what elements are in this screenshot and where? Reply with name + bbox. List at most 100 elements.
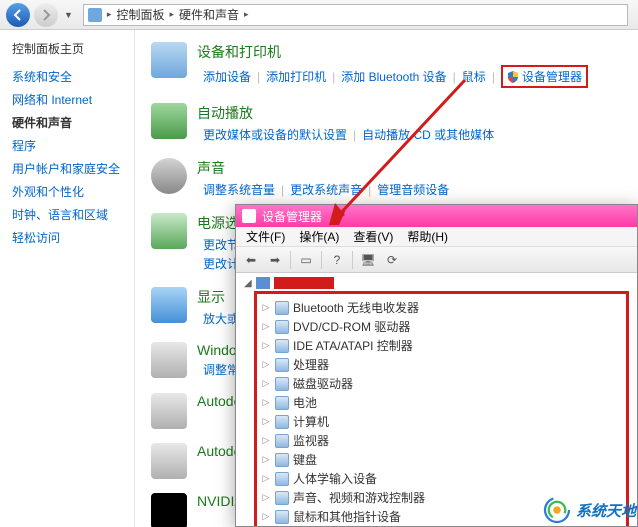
expand-icon[interactable]: ▷: [261, 302, 271, 313]
forward-button[interactable]: [34, 3, 58, 27]
device-icon: [275, 491, 289, 505]
tree-item[interactable]: ▷ Bluetooth 无线电收发器: [261, 298, 620, 317]
expand-icon[interactable]: ▷: [261, 511, 271, 522]
tree-item-label: 电池: [293, 394, 317, 411]
category-links: 更改媒体或设备的默认设置|自动播放 CD 或其他媒体: [197, 125, 622, 144]
device-manager-link[interactable]: 设备管理器: [495, 64, 594, 89]
device-manager-icon: [242, 209, 256, 223]
toolbar-forward-icon[interactable]: ➡: [264, 250, 286, 270]
tree-item[interactable]: ▷ 计算机: [261, 412, 620, 431]
autoplay-icon: [151, 103, 187, 139]
link-2-1[interactable]: 更改系统声音: [284, 180, 368, 199]
link-2-0[interactable]: 调整系统音量: [197, 180, 281, 199]
link-2-2[interactable]: 管理音频设备: [371, 180, 455, 199]
generic-icon: [151, 393, 187, 429]
menu-view[interactable]: 查看(V): [347, 228, 399, 245]
tree-item[interactable]: ▷磁盘驱动器: [261, 374, 620, 393]
device-manager-menubar: 文件(F) 操作(A) 查看(V) 帮助(H): [236, 227, 637, 247]
category-title[interactable]: 声音: [197, 158, 622, 178]
link-0-1[interactable]: 添加打印机: [260, 67, 332, 86]
menu-action[interactable]: 操作(A): [293, 228, 345, 245]
expand-icon[interactable]: ▷: [261, 378, 271, 389]
breadcrumb-l1[interactable]: 控制面板: [116, 6, 164, 23]
device-icon: [275, 453, 289, 467]
toolbar-refresh-icon[interactable]: ⟳: [381, 250, 403, 270]
expand-icon[interactable]: ▷: [261, 473, 271, 484]
sidebar-title: 控制面板主页: [12, 40, 122, 57]
sidebar-item-system[interactable]: 系统和安全: [12, 65, 122, 88]
category-links: 调整系统音量|更改系统声音|管理音频设备: [197, 180, 622, 199]
tree-root[interactable]: ◢: [244, 277, 629, 289]
category-2: 声音调整系统音量|更改系统声音|管理音频设备: [151, 158, 622, 199]
sidebar-item-programs[interactable]: 程序: [12, 134, 122, 157]
tree-item-label: Bluetooth 无线电收发器: [293, 299, 419, 316]
toolbar-scan-icon[interactable]: 🖥: [357, 250, 379, 270]
tree-item[interactable]: ▷ 电池: [261, 393, 620, 412]
device-manager-titlebar[interactable]: 设备管理器: [236, 205, 637, 227]
device-manager-toolbar: ⬅ ➡ ▭ ? 🖥 ⟳: [236, 247, 637, 273]
tree-item[interactable]: ▷ 处理器: [261, 355, 620, 374]
link-0-2[interactable]: 添加 Bluetooth 设备: [335, 67, 452, 86]
tree-item-label: 计算机: [293, 413, 329, 430]
sidebar-item-network[interactable]: 网络和 Internet: [12, 88, 122, 111]
expand-icon[interactable]: ▷: [261, 492, 271, 503]
category-title[interactable]: 自动播放: [197, 103, 622, 123]
history-dropdown[interactable]: ▼: [62, 10, 75, 20]
link-0-0[interactable]: 添加设备: [197, 67, 257, 86]
tree-item-label: 处理器: [293, 356, 329, 373]
tree-item[interactable]: ▷键盘: [261, 450, 620, 469]
tree-item[interactable]: ▷ DVD/CD-ROM 驱动器: [261, 317, 620, 336]
device-manager-body: ◢ ▷ Bluetooth 无线电收发器 ▷ DVD/CD-ROM 驱动器 ▷ IDE A…: [236, 273, 637, 526]
link-0-3[interactable]: 鼠标: [456, 67, 492, 86]
generic-icon: [151, 443, 187, 479]
device-icon: [275, 434, 289, 448]
expand-icon[interactable]: ▷: [261, 435, 271, 446]
expand-icon[interactable]: ▷: [261, 359, 271, 370]
display-icon: [151, 287, 187, 323]
sidebar-item-ease[interactable]: 轻松访问: [12, 226, 122, 249]
explorer-nav-bar: ▼ ▸ 控制面板 ▸ 硬件和声音 ▸: [0, 0, 638, 30]
toolbar-pane-icon[interactable]: ▭: [295, 250, 317, 270]
menu-file[interactable]: 文件(F): [240, 228, 291, 245]
tree-item[interactable]: ▷ IDE ATA/ATAPI 控制器: [261, 336, 620, 355]
tree-item[interactable]: ▷ 人体学输入设备: [261, 469, 620, 488]
breadcrumb-l2[interactable]: 硬件和声音: [179, 6, 239, 23]
menu-help[interactable]: 帮助(H): [401, 228, 454, 245]
expand-icon[interactable]: ▷: [261, 416, 271, 427]
device-manager-title: 设备管理器: [262, 208, 322, 225]
control-panel-icon: [88, 8, 102, 22]
toolbar-back-icon[interactable]: ⬅: [240, 250, 262, 270]
expand-icon[interactable]: ▷: [261, 321, 271, 332]
expand-icon[interactable]: ▷: [261, 454, 271, 465]
device-icon: [275, 472, 289, 486]
expand-icon[interactable]: ▷: [261, 340, 271, 351]
sidebar-item-accounts[interactable]: 用户帐户和家庭安全: [12, 157, 122, 180]
sidebar-item-hardware[interactable]: 硬件和声音: [12, 111, 122, 134]
device-icon: [275, 358, 289, 372]
tree-item-label: IDE ATA/ATAPI 控制器: [293, 337, 413, 354]
power-icon: [151, 213, 187, 249]
category-1: 自动播放更改媒体或设备的默认设置|自动播放 CD 或其他媒体: [151, 103, 622, 144]
sidebar: 控制面板主页 系统和安全 网络和 Internet 硬件和声音 程序 用户帐户和…: [0, 30, 135, 527]
category-title[interactable]: 设备和打印机: [197, 42, 622, 62]
breadcrumb[interactable]: ▸ 控制面板 ▸ 硬件和声音 ▸: [83, 4, 628, 26]
back-button[interactable]: [6, 3, 30, 27]
computer-name-redacted: [274, 277, 334, 289]
sidebar-item-clock[interactable]: 时钟、语言和区域: [12, 203, 122, 226]
annotation-highlight-box: ▷ Bluetooth 无线电收发器 ▷ DVD/CD-ROM 驱动器 ▷ IDE ATA…: [254, 291, 629, 526]
shield-icon: [507, 71, 519, 83]
tree-item[interactable]: ▷监视器: [261, 431, 620, 450]
link-1-0[interactable]: 更改媒体或设备的默认设置: [197, 125, 353, 144]
device-icon: [275, 510, 289, 524]
watermark-icon: [542, 495, 572, 525]
sidebar-item-appearance[interactable]: 外观和个性化: [12, 180, 122, 203]
expand-icon[interactable]: ▷: [261, 397, 271, 408]
device-icon: [275, 396, 289, 410]
generic-icon: [151, 342, 187, 378]
tree-item-label: DVD/CD-ROM 驱动器: [293, 318, 410, 335]
device-icon: [275, 415, 289, 429]
tree-item-label: 人体学输入设备: [293, 470, 377, 487]
category-0: 设备和打印机添加设备|添加打印机|添加 Bluetooth 设备|鼠标|设备管理…: [151, 42, 622, 89]
toolbar-help-icon[interactable]: ?: [326, 250, 348, 270]
link-1-1[interactable]: 自动播放 CD 或其他媒体: [356, 125, 500, 144]
